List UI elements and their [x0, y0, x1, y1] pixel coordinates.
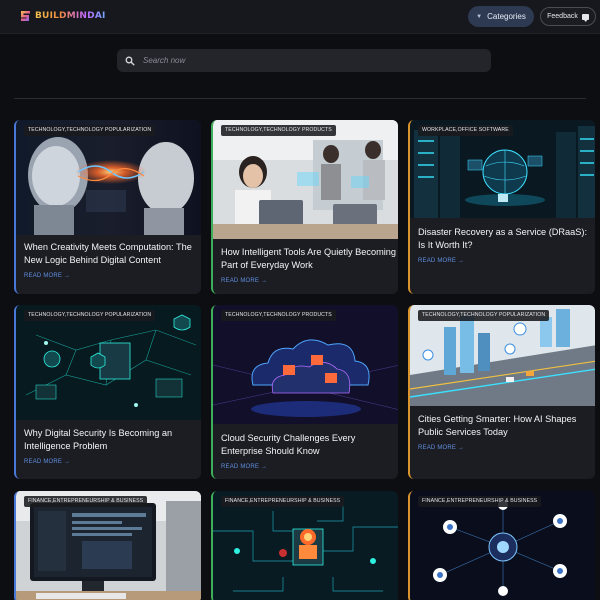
- article-title[interactable]: When Creativity Meets Computation: The N…: [24, 241, 200, 266]
- robot-faces-energy-icon: [16, 120, 201, 235]
- article-thumbnail: FINANCE,ENTREPRENEURSHIP & BUSINESS: [213, 491, 398, 600]
- article-card[interactable]: TECHNOLOGY,TECHNOLOGY POPULARIZATION Cit…: [408, 305, 595, 479]
- category-tag[interactable]: TECHNOLOGY,TECHNOLOGY PRODUCTS: [221, 125, 336, 136]
- article-thumbnail: FINANCE,ENTREPRENEURSHIP & BUSINESS: [410, 491, 595, 600]
- category-tag[interactable]: FINANCE,ENTREPRENEURSHIP & BUSINESS: [418, 496, 542, 507]
- article-card[interactable]: WORKPLACE,OFFICE SOFTWARE Disaster Recov…: [408, 120, 595, 294]
- security-shield-network-icon: [16, 305, 201, 420]
- article-card[interactable]: TECHNOLOGY,TECHNOLOGY PRODUCTS Cloud Sec…: [211, 305, 398, 479]
- category-tag[interactable]: WORKPLACE,OFFICE SOFTWARE: [418, 125, 513, 136]
- article-card[interactable]: FINANCE,ENTREPRENEURSHIP & BUSINESS: [408, 491, 595, 600]
- article-thumbnail: TECHNOLOGY,TECHNOLOGY POPULARIZATION: [410, 305, 595, 406]
- article-title[interactable]: Why Digital Security Is Becoming an Inte…: [24, 427, 200, 452]
- office-workers-laptop-icon: [213, 120, 398, 239]
- data-network-icon: [410, 491, 595, 600]
- article-thumbnail: TECHNOLOGY,TECHNOLOGY PRODUCTS: [213, 305, 398, 424]
- article-thumbnail: TECHNOLOGY,TECHNOLOGY POPULARIZATION: [16, 305, 201, 420]
- article-card[interactable]: TECHNOLOGY,TECHNOLOGY POPULARIZATION Whe…: [14, 120, 201, 294]
- read-more-link[interactable]: READ MORE →: [418, 445, 464, 451]
- article-title[interactable]: Cities Getting Smarter: How AI Shapes Pu…: [418, 413, 594, 438]
- article-thumbnail: FINANCE,ENTREPRENEURSHIP & BUSINESS: [16, 491, 201, 600]
- article-title[interactable]: How Intelligent Tools Are Quietly Becomi…: [221, 246, 397, 271]
- article-thumbnail: WORKPLACE,OFFICE SOFTWARE: [410, 120, 595, 218]
- article-card[interactable]: FINANCE,ENTREPRENEURSHIP & BUSINESS: [211, 491, 398, 600]
- read-more-link[interactable]: READ MORE →: [24, 459, 70, 465]
- read-more-link[interactable]: READ MORE →: [418, 258, 464, 264]
- read-more-link[interactable]: READ MORE →: [221, 464, 267, 470]
- category-tag[interactable]: TECHNOLOGY,TECHNOLOGY POPULARIZATION: [418, 310, 550, 321]
- article-thumbnail: TECHNOLOGY,TECHNOLOGY POPULARIZATION: [16, 120, 201, 235]
- desktop-monitor-icon: [16, 491, 201, 600]
- article-thumbnail: TECHNOLOGY,TECHNOLOGY PRODUCTS: [213, 120, 398, 239]
- category-tag[interactable]: FINANCE,ENTREPRENEURSHIP & BUSINESS: [221, 496, 345, 507]
- read-more-link[interactable]: READ MORE →: [24, 273, 70, 279]
- category-tag[interactable]: FINANCE,ENTREPRENEURSHIP & BUSINESS: [24, 496, 148, 507]
- article-title[interactable]: Cloud Security Challenges Every Enterpri…: [221, 432, 397, 457]
- read-more-link[interactable]: READ MORE →: [221, 278, 267, 284]
- circuit-board-icon: [213, 491, 398, 600]
- cloud-security-icon: [213, 305, 398, 424]
- category-tag[interactable]: TECHNOLOGY,TECHNOLOGY POPULARIZATION: [24, 310, 156, 321]
- category-tag[interactable]: TECHNOLOGY,TECHNOLOGY POPULARIZATION: [24, 125, 156, 136]
- article-title[interactable]: Disaster Recovery as a Service (DRaaS): …: [418, 226, 594, 251]
- article-card[interactable]: FINANCE,ENTREPRENEURSHIP & BUSINESS: [14, 491, 201, 600]
- article-card[interactable]: TECHNOLOGY,TECHNOLOGY POPULARIZATION Why…: [14, 305, 201, 479]
- article-grid: TECHNOLOGY,TECHNOLOGY POPULARIZATION Whe…: [0, 0, 600, 600]
- article-card[interactable]: TECHNOLOGY,TECHNOLOGY PRODUCTS How Intel…: [211, 120, 398, 294]
- category-tag[interactable]: TECHNOLOGY,TECHNOLOGY PRODUCTS: [221, 310, 336, 321]
